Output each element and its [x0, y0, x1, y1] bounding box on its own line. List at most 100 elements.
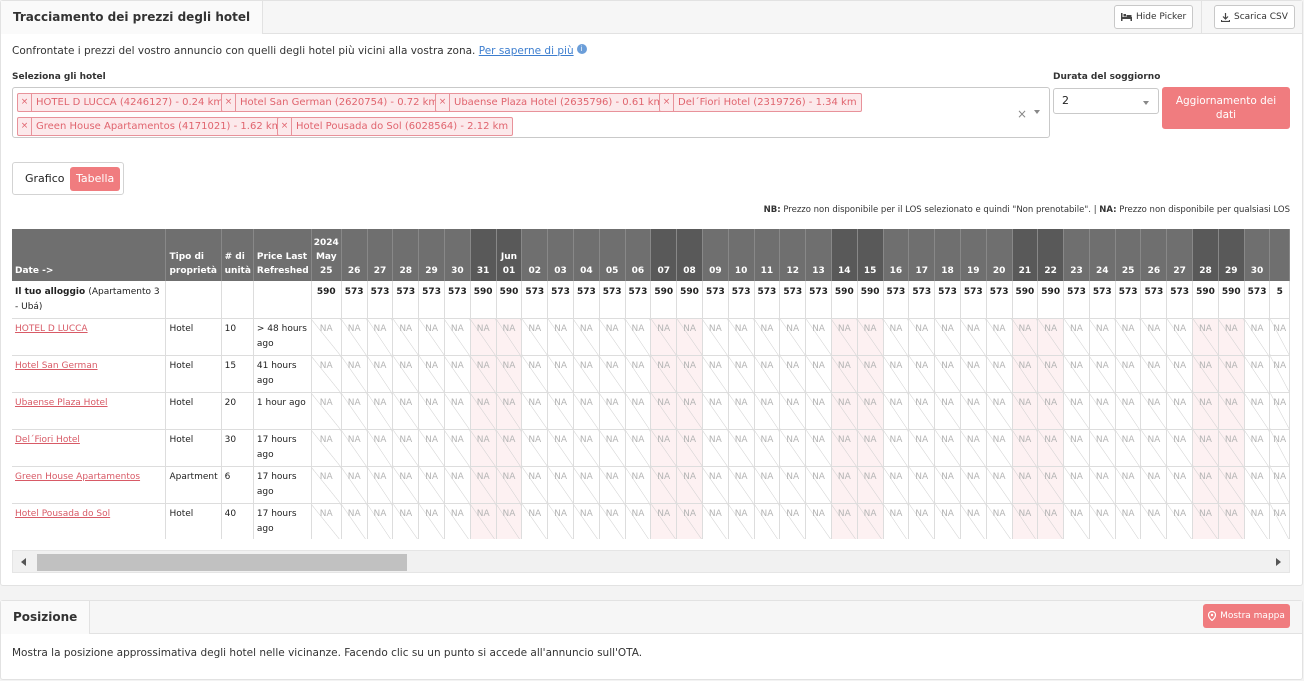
learn-more-link[interactable]: Per saperne di più: [479, 45, 574, 57]
na-price-cell: NA: [1244, 429, 1271, 467]
na-price-cell: NA: [625, 466, 652, 504]
na-price-cell: NA: [883, 429, 910, 467]
hotel-link[interactable]: Ubaense Plaza Hotel: [15, 398, 108, 408]
remove-chip-icon[interactable]: ×: [278, 118, 292, 135]
na-price-cell: NA: [1063, 392, 1090, 430]
na-price-cell: NA: [599, 355, 626, 393]
date-column-header: 03: [547, 229, 574, 281]
date-column-header: 18: [934, 229, 961, 281]
na-price-cell: NA: [1166, 503, 1194, 539]
na-price-cell: NA: [547, 503, 574, 539]
export-csv-button[interactable]: Scarica CSV: [1214, 5, 1295, 29]
your-price-cell: 590: [1192, 281, 1219, 319]
na-price-cell: NA: [728, 466, 755, 504]
na-price-cell: NA: [1166, 429, 1194, 467]
stay-duration-select[interactable]: 2: [1053, 88, 1159, 114]
hide-picker-button[interactable]: Hide Picker: [1114, 5, 1194, 29]
na-price-cell: NA: [1218, 318, 1245, 356]
na-price-cell: NA: [1063, 503, 1090, 539]
na-price-cell: NA: [1140, 466, 1168, 504]
na-price-cell: NA: [496, 429, 523, 467]
update-data-button[interactable]: Aggiornamento dei dati: [1162, 87, 1290, 129]
panel-title: Posizione: [1, 601, 91, 634]
hotel-chip[interactable]: × HOTEL D LUCCA (4246127) - 0.24 km: [17, 93, 229, 112]
hotel-link[interactable]: HOTEL D LUCCA: [15, 324, 88, 334]
na-price-cell: NA: [1089, 392, 1116, 430]
table-view-button[interactable]: Tabella: [70, 167, 121, 191]
your-price-cell: 590: [857, 281, 884, 319]
na-price-cell: NA: [1269, 503, 1290, 539]
your-price-cell: 573: [805, 281, 832, 319]
your-price-cell: 590: [470, 281, 497, 319]
na-price-cell: NA: [908, 429, 936, 467]
hotel-link[interactable]: Hotel San German: [15, 361, 98, 371]
na-price-cell: NA: [728, 392, 755, 430]
na-price-cell: NA: [341, 503, 368, 539]
na-price-cell: NA: [1166, 355, 1194, 393]
na-price-cell: NA: [934, 466, 961, 504]
date-column-header: 04: [573, 229, 600, 281]
na-price-cell: NA: [367, 503, 394, 539]
hotel-refreshed-cell: 1 hour ago: [253, 392, 312, 430]
na-price-cell: NA: [650, 355, 678, 393]
na-price-cell: NA: [676, 355, 703, 393]
your-price-cell: 590: [1012, 281, 1039, 319]
date-column-header: 29: [1218, 229, 1245, 281]
na-price-cell: NA: [1037, 503, 1065, 539]
show-map-button[interactable]: Mostra mappa: [1203, 604, 1290, 628]
remove-chip-icon[interactable]: ×: [18, 94, 32, 111]
na-price-cell: NA: [341, 392, 368, 430]
na-price-cell: NA: [1063, 429, 1090, 467]
date-column-header: Jun 01: [496, 229, 523, 281]
date-header: Date ->: [12, 229, 167, 281]
na-price-cell: NA: [444, 318, 471, 356]
na-price-cell: NA: [754, 318, 781, 356]
info-icon[interactable]: i: [576, 44, 587, 54]
na-price-cell: NA: [908, 503, 936, 539]
na-price-cell: NA: [599, 318, 626, 356]
na-price-cell: NA: [573, 466, 600, 504]
hotel-chip[interactable]: × Hotel San German (2620754) - 0.72 km: [221, 93, 444, 112]
na-price-cell: NA: [1115, 466, 1142, 504]
chart-view-button[interactable]: Grafico: [19, 167, 71, 191]
na-price-cell: NA: [883, 392, 910, 430]
horizontal-scrollbar[interactable]: [12, 550, 1290, 573]
hotel-chip[interactable]: × Del´Fiori Hotel (2319726) - 1.34 km: [659, 93, 862, 112]
clear-selection-icon[interactable]: ×: [1017, 107, 1027, 121]
na-price-cell: NA: [496, 466, 523, 504]
show-map-label: Mostra mappa: [1220, 611, 1285, 621]
na-price-cell: NA: [857, 466, 884, 504]
na-price-cell: NA: [1192, 355, 1219, 393]
na-price-cell: NA: [1115, 355, 1142, 393]
na-price-cell: NA: [521, 318, 549, 356]
na-price-cell: NA: [960, 355, 987, 393]
price-table-container[interactable]: Date -> Tipo di proprietà # di unità Pri…: [12, 229, 1290, 539]
hotel-link[interactable]: Del´Fiori Hotel: [15, 435, 80, 445]
date-column-header: 13: [805, 229, 832, 281]
na-price-cell: NA: [728, 429, 755, 467]
na-price-cell: NA: [547, 429, 574, 467]
chevron-down-icon[interactable]: [1034, 110, 1040, 114]
hotel-link[interactable]: Hotel Pousada do Sol: [15, 509, 110, 519]
bed-icon: [1121, 13, 1132, 21]
na-price-cell: NA: [779, 392, 807, 430]
remove-chip-icon[interactable]: ×: [222, 94, 236, 111]
na-price-cell: NA: [1012, 318, 1039, 356]
hotel-chip[interactable]: × Green House Apartamentos (4171021) - 1.…: [17, 117, 287, 136]
scroll-right-icon[interactable]: [1276, 558, 1281, 566]
na-price-cell: NA: [521, 466, 549, 504]
remove-chip-icon[interactable]: ×: [18, 118, 32, 135]
scrollbar-thumb[interactable]: [37, 554, 407, 571]
hotel-units-cell: 15: [221, 355, 254, 393]
na-price-cell: NA: [1063, 355, 1090, 393]
hotel-chip[interactable]: × Ubaense Plaza Hotel (2635796) - 0.61 km: [435, 93, 669, 112]
hotel-link[interactable]: Green House Apartamentos: [15, 472, 140, 482]
remove-chip-icon[interactable]: ×: [660, 94, 674, 111]
remove-chip-icon[interactable]: ×: [436, 94, 450, 111]
na-price-cell: NA: [754, 503, 781, 539]
hotel-multiselect[interactable]: × HOTEL D LUCCA (4246127) - 0.24 km × Hote…: [12, 87, 1050, 138]
date-column-header: 07: [650, 229, 678, 281]
scroll-left-icon[interactable]: [21, 558, 26, 566]
na-price-cell: NA: [1140, 318, 1168, 356]
hotel-chip[interactable]: × Hotel Pousada do Sol (6028564) - 2.12 k…: [277, 117, 514, 136]
